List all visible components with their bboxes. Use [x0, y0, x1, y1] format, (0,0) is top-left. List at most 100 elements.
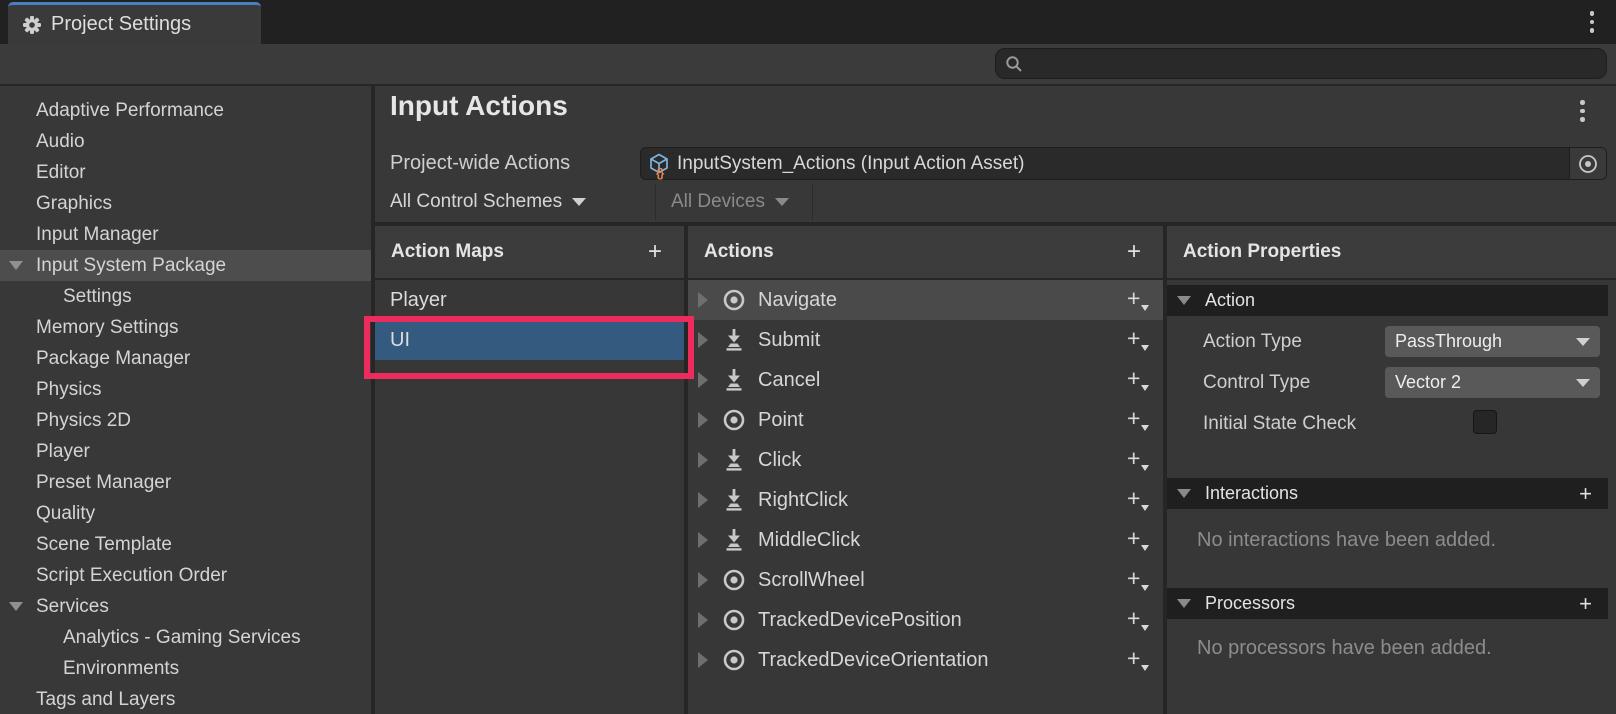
foldout-open-icon[interactable]	[9, 602, 23, 611]
sidebar-item-tags-and-layers[interactable]: Tags and Layers	[0, 684, 371, 714]
expand-arrow-icon[interactable]	[698, 372, 708, 388]
sidebar-item-settings[interactable]: Settings	[0, 281, 371, 312]
control-scheme-toolbar: All Control Schemes All Devices	[375, 182, 1616, 226]
interactions-section-foldout[interactable]: Interactions +	[1167, 478, 1608, 509]
action-row-click[interactable]: Click+	[688, 440, 1163, 480]
sidebar-item-script-execution-order[interactable]: Script Execution Order	[0, 560, 371, 591]
actions-header: Actions +	[688, 226, 1163, 280]
tab-bar: Project Settings	[0, 0, 1616, 44]
sidebar-item-physics-2d[interactable]: Physics 2D	[0, 405, 371, 436]
sidebar-item-services[interactable]: Services	[0, 591, 371, 622]
add-binding-button[interactable]: +	[1127, 488, 1149, 512]
input-actions-menu-icon[interactable]	[1580, 100, 1585, 122]
expand-arrow-icon[interactable]	[698, 412, 708, 428]
search-icon	[1004, 54, 1024, 74]
add-binding-button[interactable]: +	[1127, 368, 1149, 392]
sidebar-item-input-manager[interactable]: Input Manager	[0, 219, 371, 250]
object-picker-button[interactable]	[1569, 148, 1606, 179]
control-type-dropdown[interactable]: Vector 2	[1385, 367, 1600, 398]
sidebar-item-quality[interactable]: Quality	[0, 498, 371, 529]
expand-arrow-icon[interactable]	[698, 532, 708, 548]
sidebar-item-environments[interactable]: Environments	[0, 653, 371, 684]
sidebar-item-editor[interactable]: Editor	[0, 157, 371, 188]
window-menu-icon[interactable]	[1590, 11, 1595, 33]
add-binding-button[interactable]: +	[1127, 528, 1149, 552]
expand-arrow-icon[interactable]	[698, 572, 708, 588]
action-map-label: Player	[375, 289, 447, 312]
add-interaction-button[interactable]: +	[1579, 481, 1592, 507]
foldout-open-icon[interactable]	[9, 261, 23, 270]
add-binding-button[interactable]: +	[1127, 608, 1149, 632]
processors-title: Processors	[1205, 593, 1295, 614]
add-processor-button[interactable]: +	[1579, 591, 1592, 617]
action-section-foldout[interactable]: Action	[1167, 285, 1608, 316]
action-row-middleclick[interactable]: MiddleClick +	[688, 520, 1163, 560]
add-binding-button[interactable]: +	[1127, 288, 1149, 312]
sidebar-item-label: Environments	[0, 658, 179, 680]
action-label: RightClick	[758, 489, 848, 512]
expand-arrow-icon[interactable]	[698, 652, 708, 668]
action-label: MiddleClick	[758, 529, 860, 552]
plus-icon: +	[1127, 605, 1140, 632]
expand-arrow-icon[interactable]	[698, 612, 708, 628]
sidebar-item-package-manager[interactable]: Package Manager	[0, 343, 371, 374]
sidebar-item-label: Player	[0, 441, 90, 463]
sidebar-item-preset-manager[interactable]: Preset Manager	[0, 467, 371, 498]
action-row-trackeddeviceposition[interactable]: TrackedDevicePosition+	[688, 600, 1163, 640]
add-binding-button[interactable]: +	[1127, 648, 1149, 672]
sidebar-item-input-system-package[interactable]: Input System Package	[0, 250, 371, 281]
action-row-submit[interactable]: Submit+	[688, 320, 1163, 360]
add-binding-button[interactable]: +	[1127, 568, 1149, 592]
sidebar-item-adaptive-performance[interactable]: Adaptive Performance	[0, 95, 371, 126]
control-schemes-dropdown[interactable]: All Control Schemes	[390, 182, 586, 222]
button-action-icon	[721, 487, 747, 513]
control-schemes-label: All Control Schemes	[390, 191, 562, 213]
expand-arrow-icon[interactable]	[698, 332, 708, 348]
expand-arrow-icon[interactable]	[698, 292, 708, 308]
tab-project-settings[interactable]: Project Settings	[8, 2, 261, 44]
initial-state-check-checkbox[interactable]	[1473, 410, 1497, 434]
action-type-dropdown[interactable]: PassThrough	[1385, 326, 1600, 357]
control-type-value: Vector 2	[1385, 372, 1576, 393]
add-action-map-button[interactable]: +	[648, 242, 662, 262]
chevron-down-icon	[1576, 338, 1590, 346]
sidebar-item-scene-template[interactable]: Scene Template	[0, 529, 371, 560]
search-box[interactable]	[995, 48, 1607, 79]
devices-dropdown[interactable]: All Devices	[671, 182, 789, 222]
control-type-label: Control Type	[1203, 367, 1310, 398]
action-map-row-ui[interactable]: UI	[375, 320, 684, 360]
sidebar-item-label: Memory Settings	[0, 317, 179, 339]
action-map-row-player[interactable]: Player	[375, 280, 684, 320]
action-row-navigate[interactable]: Navigate+	[688, 280, 1163, 320]
settings-toolbar	[0, 44, 1616, 86]
add-action-button[interactable]: +	[1127, 242, 1141, 262]
add-binding-button[interactable]: +	[1127, 408, 1149, 432]
sidebar-item-player[interactable]: Player	[0, 436, 371, 467]
processors-section-foldout[interactable]: Processors +	[1167, 588, 1608, 619]
action-row-trackeddeviceorientation[interactable]: TrackedDeviceOrientation+	[688, 640, 1163, 680]
add-binding-button[interactable]: +	[1127, 448, 1149, 472]
action-type-label: Action Type	[1203, 326, 1302, 357]
sidebar-item-physics[interactable]: Physics	[0, 374, 371, 405]
interactions-empty-message: No interactions have been added.	[1197, 529, 1496, 552]
action-maps-header: Action Maps +	[375, 226, 684, 280]
action-map-list: Player UI	[375, 280, 684, 360]
add-binding-button[interactable]: +	[1127, 328, 1149, 352]
sidebar-item-audio[interactable]: Audio	[0, 126, 371, 157]
sidebar-item-label: Tags and Layers	[0, 689, 175, 711]
action-row-scrollwheel[interactable]: ScrollWheel+	[688, 560, 1163, 600]
sidebar-item-memory-settings[interactable]: Memory Settings	[0, 312, 371, 343]
expand-arrow-icon[interactable]	[698, 452, 708, 468]
action-row-point[interactable]: Point+	[688, 400, 1163, 440]
sidebar-item-graphics[interactable]: Graphics	[0, 188, 371, 219]
search-input[interactable]	[1024, 53, 1588, 75]
asset-object-field[interactable]: {} InputSystem_Actions (Input Action Ass…	[640, 147, 1607, 180]
action-row-cancel[interactable]: Cancel+	[688, 360, 1163, 400]
sidebar-item-label: Input Manager	[0, 224, 159, 246]
sidebar-item-label: Package Manager	[0, 348, 190, 370]
action-row-rightclick[interactable]: RightClick +	[688, 480, 1163, 520]
sidebar-item-label: Physics 2D	[0, 410, 131, 432]
sidebar-item-analytics-gaming-services[interactable]: Analytics - Gaming Services	[0, 622, 371, 653]
expand-arrow-icon[interactable]	[698, 492, 708, 508]
plus-icon: +	[1127, 525, 1140, 552]
